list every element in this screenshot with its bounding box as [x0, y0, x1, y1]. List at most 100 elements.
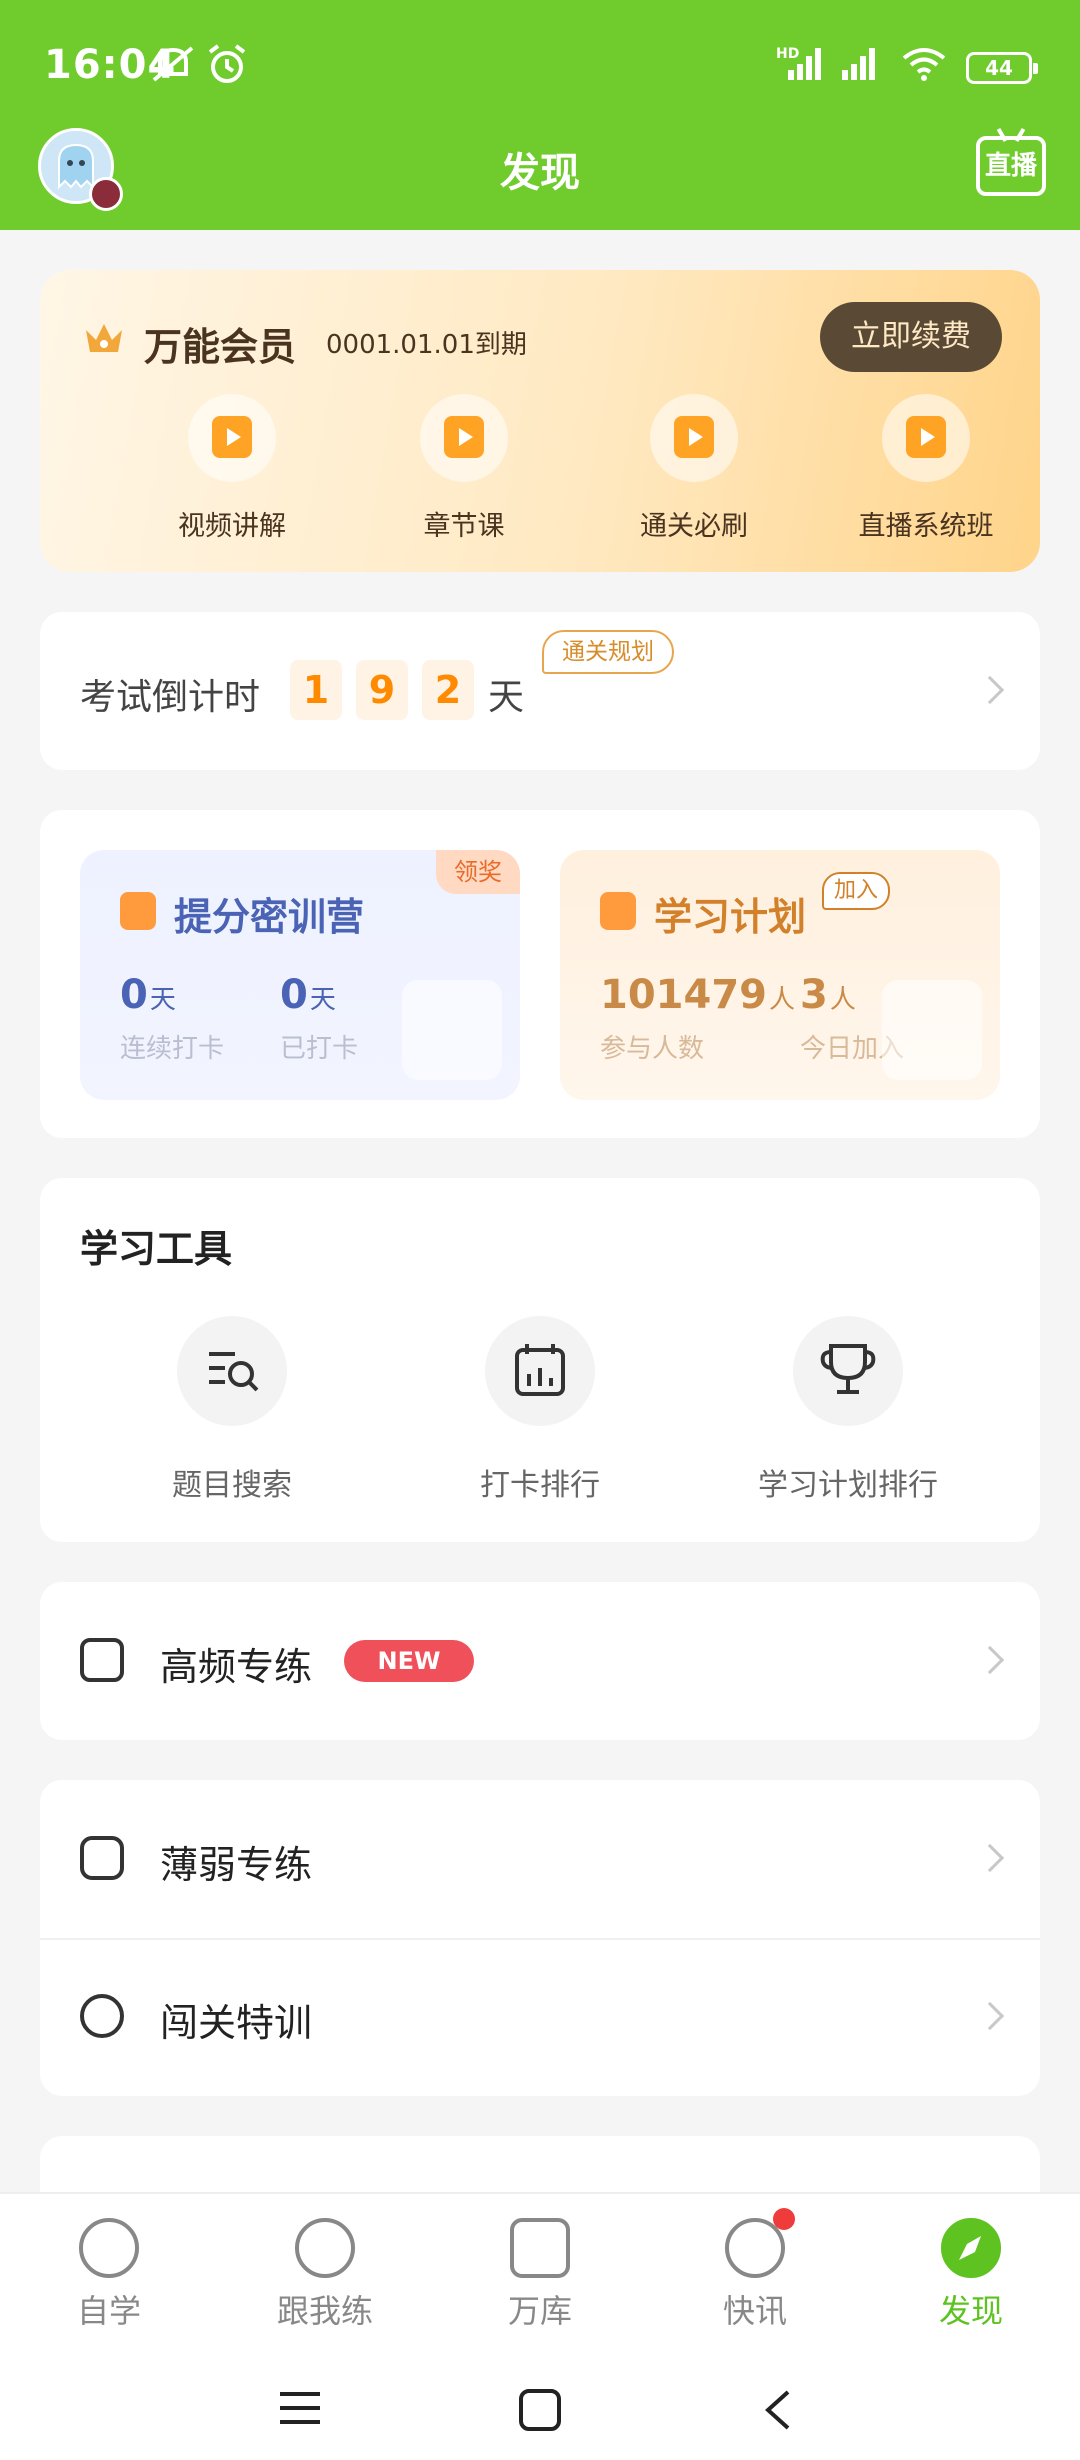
tools-title: 学习工具: [80, 1227, 233, 1271]
tab-discover[interactable]: 发现: [896, 2218, 1046, 2332]
bottom-tab-bar: 自学 跟我练 万库 快讯 发现: [0, 2192, 1080, 2352]
tab-self-study[interactable]: 自学: [34, 2218, 184, 2332]
wifi-icon: [902, 48, 946, 81]
stat-caption: 连续打卡: [120, 1034, 225, 1064]
tab-label: 发现: [938, 2292, 1003, 2330]
camp-stat: 0天 连续打卡: [120, 972, 224, 1065]
status-bar: 16:04 HD 44: [0, 0, 1080, 130]
countdown-digit: 1: [290, 660, 342, 720]
home-icon[interactable]: [518, 2388, 562, 2432]
video-icon: [188, 394, 276, 482]
mute-icon: [152, 46, 194, 82]
join-tag[interactable]: 加入: [822, 872, 891, 910]
vip-item-must-practice[interactable]: 通关必刷: [594, 394, 794, 543]
row-label: 薄弱专练: [160, 1843, 313, 1887]
stat-value: 0: [280, 972, 308, 1018]
app-header: 16:04 HD 44 发现 直播: [0, 0, 1080, 230]
tab-follow-practice[interactable]: 跟我练: [250, 2218, 400, 2332]
tool-label: 学习计划排行: [758, 1468, 938, 1503]
plan-icon: [600, 892, 636, 930]
vip-item-chapter[interactable]: 章节课: [364, 394, 564, 543]
stat-value: 3: [800, 972, 828, 1018]
camp-stat: 0天 已打卡: [280, 972, 358, 1065]
row-label: 高频专练: [160, 1645, 313, 1689]
high-frequency-practice-row[interactable]: 高频专练 NEW: [40, 1582, 1040, 1740]
calendar-icon: [120, 892, 156, 930]
stat-value: 0: [120, 972, 148, 1018]
plan-stat: 101479人 参与人数: [600, 972, 795, 1065]
stat-unit: 人: [769, 985, 796, 1015]
stat-value: 101479: [600, 972, 767, 1018]
vip-card[interactable]: 万能会员 0001.01.01到期 立即续费 视频讲解 章节课 通关必刷 直播系…: [40, 270, 1040, 572]
exam-countdown-card[interactable]: 考试倒计时 1 9 2 天 通关规划: [40, 612, 1040, 770]
reward-tag[interactable]: 领奖: [436, 850, 520, 894]
countdown-unit: 天: [488, 677, 525, 718]
tool-plan-rank[interactable]: 学习计划排行: [718, 1316, 978, 1504]
lightning-icon: [725, 2208, 795, 2278]
crown-icon: [86, 324, 122, 352]
tool-question-search[interactable]: 题目搜索: [102, 1316, 362, 1504]
signal-icon: [788, 48, 821, 80]
tab-label: 快讯: [722, 2292, 787, 2330]
chart-watermark-icon: [882, 980, 982, 1080]
stat-caption: 参与人数: [600, 1034, 705, 1064]
live-class-icon: [882, 394, 970, 482]
study-plan-panel[interactable]: 学习计划 加入 101479人 参与人数 3人 今日加入: [560, 850, 1000, 1100]
compass-icon: [941, 2218, 1001, 2278]
checklist-icon: [650, 394, 738, 482]
menu-icon[interactable]: [278, 2388, 322, 2428]
new-badge: NEW: [344, 1640, 474, 1682]
notification-dot: [773, 2208, 795, 2230]
page-title: 发现: [500, 150, 580, 196]
plan-title: 学习计划: [654, 895, 807, 939]
battery-icon: 44: [966, 52, 1038, 84]
stat-unit: 天: [149, 985, 176, 1015]
countdown-label: 考试倒计时: [80, 677, 261, 718]
renew-button[interactable]: 立即续费: [820, 302, 1002, 372]
chevron-right-icon: [975, 2001, 1005, 2031]
chevron-right-icon: [975, 675, 1005, 705]
study-tools-card: 学习工具 题目搜索 打卡排行 学习计划排行: [40, 1178, 1040, 1542]
score-camp-panel[interactable]: 提分密训营 领奖 0天 连续打卡 0天 已打卡: [80, 850, 520, 1100]
countdown-digit: 9: [356, 660, 408, 720]
robot-face-icon: [80, 1836, 124, 1880]
chapter-icon: [420, 394, 508, 482]
self-study-icon: [79, 2218, 139, 2278]
calendar-watermark-icon: [402, 980, 502, 1080]
vip-item-label: 通关必刷: [640, 511, 748, 542]
weak-practice-row[interactable]: 薄弱专练: [40, 1780, 1040, 1938]
tool-checkin-rank[interactable]: 打卡排行: [410, 1316, 670, 1504]
vip-item-label: 章节课: [423, 511, 505, 542]
tab-label: 万库: [507, 2292, 572, 2330]
tab-question-bank[interactable]: 万库: [465, 2218, 615, 2332]
chevron-right-icon: [975, 1645, 1005, 1675]
tab-news[interactable]: 快讯: [680, 2208, 830, 2332]
chevron-right-icon: [975, 1843, 1005, 1873]
vip-item-live-class[interactable]: 直播系统班: [826, 394, 1026, 543]
challenge-training-row[interactable]: 闯关特训: [40, 1938, 1040, 2096]
stat-unit: 天: [309, 985, 336, 1015]
document-icon: [510, 2218, 570, 2278]
stat-unit: 人: [829, 985, 856, 1015]
tool-label: 打卡排行: [480, 1468, 600, 1503]
calendar-chart-icon: [485, 1316, 595, 1426]
stairs-icon: [80, 1638, 124, 1682]
trophy-icon: [793, 1316, 903, 1426]
back-icon[interactable]: [760, 2388, 794, 2432]
live-button[interactable]: 直播: [976, 136, 1046, 196]
vip-item-video[interactable]: 视频讲解: [132, 394, 332, 543]
practice-list-card: 薄弱专练 闯关特训: [40, 1780, 1040, 2096]
vip-expire-date: 0001.01.01到期: [326, 330, 527, 360]
row-label: 闯关特训: [160, 2001, 313, 2045]
tool-label: 题目搜索: [172, 1468, 292, 1503]
vip-item-label: 视频讲解: [178, 511, 286, 542]
tab-label: 跟我练: [276, 2292, 373, 2330]
alarm-icon: [208, 44, 246, 83]
vip-item-label: 直播系统班: [858, 511, 994, 542]
search-list-icon: [177, 1316, 287, 1426]
system-nav-bar: [0, 2352, 1080, 2460]
camp-title: 提分密训营: [174, 895, 365, 939]
plan-tag[interactable]: 通关规划: [542, 630, 674, 674]
tab-label: 自学: [76, 2292, 141, 2330]
countdown-digit: 2: [422, 660, 474, 720]
